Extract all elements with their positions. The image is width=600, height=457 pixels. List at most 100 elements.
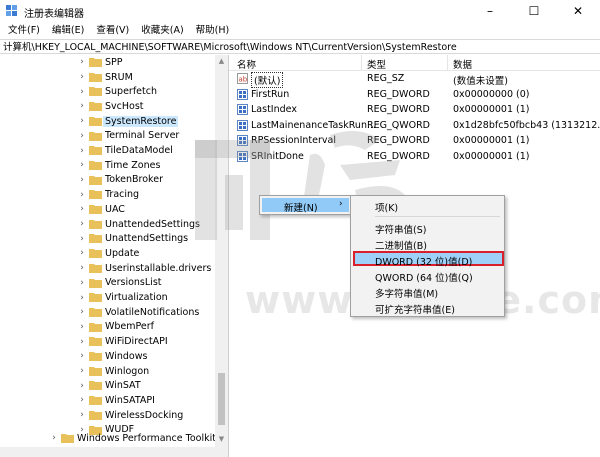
list-item[interactable]: FirstRun REG_DWORD 0x00000000 (0) bbox=[229, 87, 600, 103]
tree-item[interactable]: › Virtualization bbox=[0, 290, 215, 305]
tree-item[interactable]: › SPP bbox=[0, 55, 215, 70]
chevron-right-icon[interactable]: › bbox=[78, 72, 86, 82]
svg-text:ab: ab bbox=[239, 76, 248, 84]
tree-item[interactable]: › SystemRestore bbox=[0, 114, 215, 129]
chevron-right-icon[interactable]: › bbox=[78, 57, 86, 67]
chevron-right-icon[interactable]: › bbox=[78, 293, 86, 303]
column-divider[interactable] bbox=[361, 55, 362, 70]
tree-item[interactable]: › Terminal Server bbox=[0, 129, 215, 144]
chevron-right-icon[interactable]: › bbox=[78, 337, 86, 347]
column-divider[interactable] bbox=[447, 55, 448, 70]
chevron-right-icon[interactable]: › bbox=[78, 263, 86, 273]
chevron-right-icon[interactable]: › bbox=[78, 234, 86, 244]
submenu-item-key[interactable]: 项(K) bbox=[375, 200, 398, 214]
scroll-up-icon[interactable]: ▲ bbox=[215, 55, 228, 67]
tree-item[interactable]: › UAC bbox=[0, 202, 215, 217]
folder-icon bbox=[89, 278, 102, 288]
tree-item[interactable]: › Winlogon bbox=[0, 364, 215, 379]
close-button[interactable]: ✕ bbox=[556, 0, 600, 22]
chevron-right-icon[interactable]: › bbox=[78, 190, 86, 200]
submenu-item-expandable-string[interactable]: 可扩充字符串值(E) bbox=[375, 302, 455, 316]
tree-item-label: Winlogon bbox=[105, 365, 150, 377]
chevron-right-icon[interactable]: › bbox=[78, 381, 86, 391]
list-item[interactable]: SRInitDone REG_DWORD 0x00000001 (1) bbox=[229, 149, 600, 165]
tree-item[interactable]: › TokenBroker bbox=[0, 173, 215, 188]
chevron-right-icon[interactable]: › bbox=[78, 101, 86, 111]
column-type-header[interactable]: 类型 bbox=[367, 57, 386, 71]
menu-help[interactable]: 帮助(H) bbox=[190, 22, 236, 39]
list-item[interactable]: RPSessionInterval REG_DWORD 0x00000001 (1) bbox=[229, 133, 600, 149]
minimize-button[interactable]: – bbox=[468, 0, 512, 22]
tree-vertical-scrollbar[interactable]: ▲ ▼ bbox=[215, 55, 228, 457]
column-name-header[interactable]: 名称 bbox=[237, 57, 256, 71]
tree-item[interactable]: › Userinstallable.drivers bbox=[0, 261, 215, 276]
chevron-right-icon[interactable]: › bbox=[78, 146, 86, 156]
tree-item[interactable]: › WiFiDirectAPI bbox=[0, 334, 215, 349]
tree-item[interactable]: › VersionsList bbox=[0, 276, 215, 291]
chevron-right-icon[interactable]: › bbox=[78, 248, 86, 258]
chevron-right-icon[interactable]: › bbox=[78, 351, 86, 361]
scroll-down-icon[interactable]: ▼ bbox=[215, 433, 228, 445]
tree-horizontal-scrollbar[interactable] bbox=[0, 447, 215, 457]
tree-item[interactable]: › Tracing bbox=[0, 187, 215, 202]
tree-item[interactable]: › SvcHost bbox=[0, 99, 215, 114]
tree-item[interactable]: › SRUM bbox=[0, 70, 215, 85]
tree-item[interactable]: › WbemPerf bbox=[0, 320, 215, 335]
chevron-right-icon[interactable]: › bbox=[78, 395, 86, 405]
chevron-right-icon[interactable]: › bbox=[78, 322, 86, 332]
tree-item[interactable]: › TileDataModel bbox=[0, 143, 215, 158]
submenu-item-string[interactable]: 字符串值(S) bbox=[375, 222, 426, 236]
tree-item[interactable]: › Windows bbox=[0, 349, 215, 364]
value-name: SRInitDone bbox=[251, 151, 304, 162]
tree-item[interactable]: › Time Zones bbox=[0, 158, 215, 173]
tree-item-parent[interactable]: › Windows Performance Toolkit bbox=[0, 431, 216, 446]
submenu-item-qword[interactable]: QWORD (64 位)值(Q) bbox=[375, 270, 473, 284]
regedit-icon bbox=[6, 5, 17, 16]
chevron-right-icon[interactable]: › bbox=[78, 307, 86, 317]
chevron-right-icon[interactable]: › bbox=[50, 433, 58, 443]
chevron-right-icon[interactable]: › bbox=[78, 175, 86, 185]
scroll-thumb[interactable] bbox=[218, 373, 225, 425]
address-bar[interactable]: 计算机\HKEY_LOCAL_MACHINE\SOFTWARE\Microsof… bbox=[0, 39, 600, 54]
submenu-item-dword[interactable]: DWORD (32 位)值(D) bbox=[375, 254, 472, 268]
title-bar: 注册表编辑器 – ☐ ✕ bbox=[0, 0, 600, 22]
tree-item-label: UnattendedSettings bbox=[105, 218, 200, 230]
tree-item[interactable]: › WinSATAPI bbox=[0, 393, 215, 408]
list-item[interactable]: LastIndex REG_DWORD 0x00000001 (1) bbox=[229, 102, 600, 118]
menu-view[interactable]: 查看(V) bbox=[90, 22, 135, 39]
list-item[interactable]: ab (默认) REG_SZ (数值未设置) bbox=[229, 71, 600, 88]
folder-icon bbox=[89, 337, 102, 347]
column-data-header[interactable]: 数据 bbox=[453, 57, 472, 71]
chevron-right-icon[interactable]: › bbox=[78, 278, 86, 288]
menu-favorites[interactable]: 收藏夹(A) bbox=[135, 22, 189, 39]
tree-item-label: WinSATAPI bbox=[105, 394, 155, 406]
tree-item[interactable]: › WirelessDocking bbox=[0, 408, 215, 423]
tree-item-label: WirelessDocking bbox=[105, 409, 184, 421]
value-name: (默认) bbox=[251, 72, 284, 88]
tree-item[interactable]: › UnattendSettings bbox=[0, 231, 215, 246]
submenu-item-multi-string[interactable]: 多字符串值(M) bbox=[375, 286, 438, 300]
menu-file[interactable]: 文件(F) bbox=[2, 22, 46, 39]
submenu-item-binary[interactable]: 二进制值(B) bbox=[375, 238, 427, 252]
chevron-right-icon[interactable]: › bbox=[78, 116, 86, 126]
minimize-icon: – bbox=[487, 4, 493, 18]
list-item[interactable]: LastMainenanceTaskRun... REG_QWORD 0x1d28b… bbox=[229, 118, 600, 134]
tree-item[interactable]: › UnattendedSettings bbox=[0, 217, 215, 232]
folder-icon bbox=[89, 160, 102, 170]
tree-item[interactable]: › WinSAT bbox=[0, 378, 215, 393]
chevron-right-icon[interactable]: › bbox=[78, 366, 86, 376]
chevron-right-icon[interactable]: › bbox=[78, 160, 86, 170]
chevron-right-icon[interactable]: › bbox=[78, 87, 86, 97]
chevron-right-icon[interactable]: › bbox=[78, 410, 86, 420]
tree-item-label: SPP bbox=[105, 56, 123, 68]
context-menu-new-label: 新建(N) bbox=[284, 203, 318, 214]
menu-edit[interactable]: 编辑(E) bbox=[46, 22, 90, 39]
chevron-right-icon[interactable]: › bbox=[78, 131, 86, 141]
tree-item[interactable]: › Update bbox=[0, 246, 215, 261]
chevron-right-icon[interactable]: › bbox=[78, 219, 86, 229]
binary-value-icon bbox=[237, 104, 248, 116]
tree-item[interactable]: › Superfetch bbox=[0, 84, 215, 99]
chevron-right-icon[interactable]: › bbox=[78, 204, 86, 214]
maximize-button[interactable]: ☐ bbox=[512, 0, 556, 22]
tree-item[interactable]: › VolatileNotifications bbox=[0, 305, 215, 320]
